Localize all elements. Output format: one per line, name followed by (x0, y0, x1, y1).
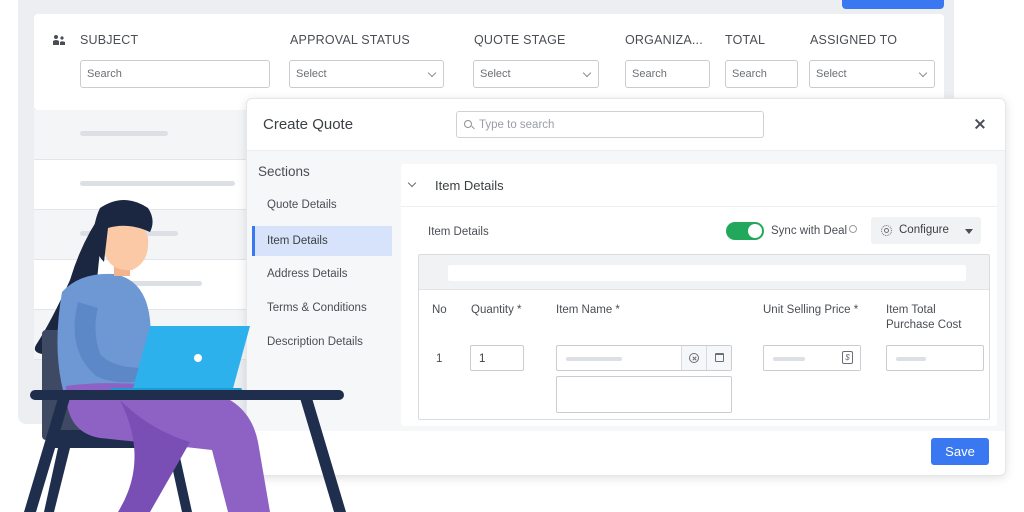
save-button[interactable]: Save (931, 438, 989, 465)
header-line: Item Total (886, 304, 936, 316)
modal-title: Create Quote (263, 116, 354, 133)
header-line: Purchase Cost (886, 319, 962, 331)
modal-search-box[interactable] (456, 111, 764, 138)
table-leg-right (300, 398, 346, 512)
clear-circle-icon (689, 353, 699, 363)
grid-toolbar (419, 255, 989, 290)
item-name-field[interactable] (556, 345, 732, 371)
chevron-down-icon (918, 68, 928, 78)
sync-with-deal-text: Sync with Deal (771, 225, 848, 237)
quote-stage-select[interactable]: Select (473, 60, 599, 88)
table-top (30, 390, 344, 400)
calendar-icon (715, 353, 724, 362)
grid-toolbar-bar (448, 265, 966, 281)
item-description-field[interactable] (556, 376, 732, 413)
total-cost-field[interactable] (886, 345, 984, 371)
placeholder-bar (566, 357, 622, 361)
toggle-knob (748, 224, 762, 238)
column-header-total[interactable]: TOTAL (725, 33, 765, 47)
configure-label: Configure (899, 224, 949, 236)
laptop-screen (132, 326, 250, 392)
item-details-sub-label: Item Details (428, 226, 489, 238)
header-no: No (432, 304, 447, 316)
column-header-quote-stage[interactable]: QUOTE STAGE (474, 33, 566, 47)
placeholder-bar (80, 131, 168, 136)
configure-button[interactable]: Configure (871, 217, 981, 244)
list-view-top-button[interactable] (842, 0, 944, 9)
woman-with-laptop-illustration (24, 200, 346, 512)
close-icon[interactable] (973, 117, 987, 131)
approval-status-select[interactable]: Select (289, 60, 444, 88)
header-unit-selling-price: Unit Selling Price * (763, 304, 859, 316)
modal-body: Sections Quote Details Item Details Addr… (247, 151, 1005, 431)
row-number: 1 (436, 353, 443, 365)
item-details-header[interactable]: Item Details (401, 164, 997, 207)
column-header-assigned-to[interactable]: ASSIGNED TO (810, 33, 897, 47)
sync-with-deal-label: Sync with Deal (771, 225, 858, 237)
column-header-approval-status[interactable]: APPROVAL STATUS (290, 33, 410, 47)
chevron-down-icon[interactable] (407, 178, 417, 188)
header-item-total-purchase-cost: Item Total Purchase Cost (886, 303, 961, 333)
sections-title: Sections (258, 164, 310, 179)
laptop-logo (194, 354, 202, 362)
filter-text: Search (632, 68, 667, 80)
table-row[interactable] (34, 110, 246, 160)
item-details-title: Item Details (435, 178, 504, 193)
quantity-input[interactable] (479, 351, 519, 367)
subject-search-input[interactable]: Search (80, 60, 270, 88)
item-lookup-button[interactable] (706, 346, 731, 370)
header-item-name: Item Name * (556, 304, 620, 316)
filter-text: Select (296, 68, 327, 80)
filter-text: Select (816, 68, 847, 80)
chevron-down-icon (427, 68, 437, 78)
placeholder-bar (773, 357, 805, 361)
header-quantity: Quantity * (471, 304, 522, 316)
column-header-organization[interactable]: ORGANIZA... (625, 33, 703, 47)
assigned-to-select[interactable]: Select (809, 60, 935, 88)
filter-text: Search (87, 68, 122, 80)
item-details-panel: Item Details Item Details Sync with Deal… (401, 164, 997, 426)
search-icon (464, 120, 472, 128)
gear-icon (881, 225, 892, 236)
info-icon[interactable] (849, 225, 858, 233)
modal-search-input[interactable] (479, 116, 759, 134)
organization-search-input[interactable]: Search (625, 60, 710, 88)
dollar-icon: $ (842, 351, 853, 364)
clear-item-button[interactable] (681, 346, 706, 370)
filter-text: Search (732, 68, 767, 80)
filter-text: Select (480, 68, 511, 80)
column-header-subject[interactable]: SUBJECT (80, 33, 138, 47)
total-search-input[interactable]: Search (725, 60, 798, 88)
unit-price-field[interactable]: $ (763, 345, 861, 371)
quantity-field[interactable] (470, 345, 524, 371)
item-grid: No Quantity * Item Name * Unit Selling P… (418, 254, 990, 420)
people-icon (53, 35, 65, 45)
placeholder-bar (896, 357, 926, 361)
sync-with-deal-toggle[interactable] (726, 222, 764, 240)
modal-header: Create Quote (247, 99, 1005, 151)
create-quote-modal: Create Quote Sections Quote Details Item… (246, 98, 1006, 476)
caret-down-icon (965, 229, 973, 234)
currency-button[interactable]: $ (837, 346, 860, 370)
chevron-down-icon (582, 68, 592, 78)
